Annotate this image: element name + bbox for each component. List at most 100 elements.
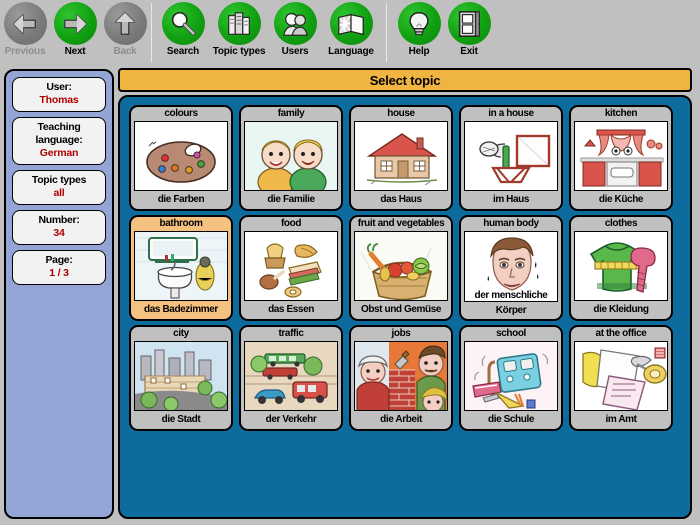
toolbar-button-previous[interactable]: Previous (0, 0, 50, 63)
topic-card-label: der menschliche Körper (474, 290, 548, 316)
topic-card-label: im Haus (492, 194, 530, 205)
topic-card-title: kitchen (604, 108, 638, 119)
sidebar-item-topic-types[interactable]: Topic types all (12, 170, 106, 205)
topic-card-title: school (496, 328, 526, 339)
toolbar-system-group: Help Exit (394, 0, 494, 65)
toolbar-action-group: Search Topic types Users Language (158, 0, 382, 65)
topic-card-title: clothes (604, 218, 638, 229)
toolbar-button-label: Topic types (212, 46, 266, 57)
topic-card-image (134, 231, 228, 301)
topic-card-in-a-house[interactable]: in a house im Haus (459, 105, 563, 211)
topic-card-label: die Stadt (161, 414, 201, 425)
topic-card-label: das Essen (268, 304, 314, 315)
topic-card-label: die Familie (267, 194, 315, 205)
toolbar-separator-2 (386, 3, 387, 62)
topic-card-label: die Arbeit (380, 414, 422, 425)
topic-card-image (134, 341, 228, 411)
topic-card-label: die Farben (157, 194, 205, 205)
toolbar-button-search[interactable]: Search (158, 0, 208, 63)
topic-card-traffic[interactable]: traffic der Verkehr (239, 325, 343, 431)
topic-card-title: food (280, 218, 302, 229)
toolbar: Previous Next Back Search Topic types Users L… (0, 0, 700, 65)
arrow-up-icon (103, 2, 147, 45)
flag-book-icon (329, 2, 373, 45)
toolbar-button-users[interactable]: Users (270, 0, 320, 63)
toolbar-separator-1 (151, 3, 152, 62)
topic-card-title: human body (483, 218, 539, 229)
topic-card-image (574, 231, 668, 301)
topic-card-at-the-office[interactable]: at the office im Amt (569, 325, 673, 431)
sidebar-item-key: Page: (45, 254, 73, 266)
toolbar-button-label: Help (408, 46, 430, 57)
sidebar-item-value: 1 / 3 (49, 267, 69, 279)
sidebar-item-page[interactable]: Page: 1 / 3 (12, 250, 106, 285)
sidebar: User: Thomas Teaching language: German Topic… (4, 69, 114, 519)
toolbar-button-exit[interactable]: Exit (444, 0, 494, 63)
arrow-left-icon (3, 2, 47, 45)
topic-card-image (464, 121, 558, 191)
toolbar-button-label: Exit (460, 46, 478, 57)
toolbar-button-help[interactable]: Help (394, 0, 444, 63)
topic-card-fruit-and-vegetables[interactable]: fruit and vegetables Obst und Gemüse (349, 215, 453, 321)
toolbar-button-label: Language (328, 46, 374, 57)
topic-card-title: bathroom (159, 218, 203, 229)
topic-card-title: colours (164, 108, 198, 119)
topic-card-image (574, 121, 668, 191)
books-icon (217, 2, 261, 45)
sidebar-item-key: User: (46, 81, 72, 93)
toolbar-button-language[interactable]: Language (320, 0, 382, 63)
topic-card-label: die Schule (487, 414, 534, 425)
sidebar-item-user[interactable]: User: Thomas (12, 77, 106, 112)
topic-card-school[interactable]: school die Schule (459, 325, 563, 431)
topic-card-image (354, 341, 448, 411)
topic-card-family[interactable]: family die Familie (239, 105, 343, 211)
toolbar-button-label: Next (64, 46, 86, 57)
toolbar-button-label: Previous (4, 46, 46, 57)
topic-card-image (244, 341, 338, 411)
topic-card-label: Obst und Gemüse (360, 304, 442, 315)
topic-card-image (464, 341, 558, 411)
arrow-right-icon (53, 2, 97, 45)
application-window: Previous Next Back Search Topic types Users L… (0, 0, 700, 525)
door-icon (447, 2, 491, 45)
toolbar-button-label: Users (281, 46, 309, 57)
toolbar-button-back[interactable]: Back (100, 0, 150, 63)
topic-card-food[interactable]: food das Essen (239, 215, 343, 321)
topic-grid: colours die Farben family die Familie house d… (126, 103, 690, 433)
topic-card-title: fruit and vegetables (357, 218, 445, 229)
topic-card-title: at the office (595, 328, 647, 339)
topic-card-city[interactable]: city die Stadt (129, 325, 233, 431)
topic-card-jobs[interactable]: jobs die Arbeit (349, 325, 453, 431)
topic-card-image (134, 121, 228, 191)
topic-card-human-body[interactable]: human body der menschliche Körper (459, 215, 563, 321)
topic-card-title: house (387, 108, 415, 119)
topic-card-image (354, 231, 448, 301)
toolbar-button-next[interactable]: Next (50, 0, 100, 63)
sidebar-item-key: Number: (38, 214, 80, 226)
sidebar-item-key: Teaching language: (35, 121, 83, 146)
topic-card-kitchen[interactable]: kitchen die Küche (569, 105, 673, 211)
topic-card-colours[interactable]: colours die Farben (129, 105, 233, 211)
topic-card-title: jobs (391, 328, 411, 339)
topic-card-title: in a house (488, 108, 534, 119)
sidebar-item-teaching-language[interactable]: Teaching language: German (12, 117, 106, 165)
topic-card-image (354, 121, 448, 191)
toolbar-button-label: Back (113, 46, 137, 57)
sidebar-item-number[interactable]: Number: 34 (12, 210, 106, 245)
sidebar-item-value: German (39, 147, 79, 159)
topic-card-image (244, 231, 338, 301)
sidebar-item-key: Topic types (31, 174, 87, 186)
toolbar-button-topic-types[interactable]: Topic types (208, 0, 270, 63)
topic-card-label: im Amt (605, 414, 637, 425)
topic-card-title: traffic (278, 328, 304, 339)
lightbulb-icon (397, 2, 441, 45)
people-icon (273, 2, 317, 45)
topic-card-clothes[interactable]: clothes die Kleidung (569, 215, 673, 321)
topic-card-house[interactable]: house das Haus (349, 105, 453, 211)
topic-card-label: das Haus (380, 194, 422, 205)
topic-card-bathroom[interactable]: bathroom das Badezimmer (129, 215, 233, 321)
topic-card-title: city (173, 328, 189, 339)
topic-card-image (574, 341, 668, 411)
page-title: Select topic (369, 72, 441, 88)
topic-card-image (244, 121, 338, 191)
